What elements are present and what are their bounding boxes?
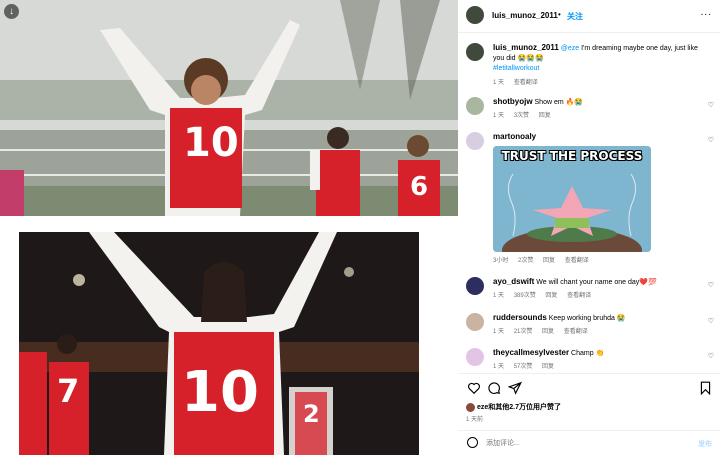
jersey-number-bg: 6 [410,172,429,202]
comment-meta: 1 天 57次赞 回复 [493,362,562,372]
reply-button[interactable]: 回复 [545,293,557,299]
comment-text: ruddersounds Keep working bruhda 😭 [493,313,698,324]
header-username[interactable]: luis_munoz_2011 [492,11,558,20]
share-icon[interactable] [508,381,522,395]
comment-text: theycallmesylvester Champ 👏 [493,348,698,359]
comment-meta: 1 天 389次赞 回复 查看翻译 [493,291,599,301]
caption-username[interactable]: luis_munoz_2011 [493,43,559,52]
like-heart-icon[interactable]: ♡ [708,352,714,362]
bookmark-icon[interactable] [699,381,712,395]
comment-body: Champ 👏 [571,350,605,357]
avatar [466,402,475,412]
like-heart-icon[interactable]: ♡ [708,136,714,146]
comment-time: 1 天 [493,364,505,370]
likes-text: eze和其他2.7万位用户赞了 [477,404,562,411]
like-heart-icon[interactable]: ♡ [708,281,714,291]
comment-input[interactable] [486,436,676,450]
comment-username[interactable]: ruddersounds [493,313,547,322]
avatar[interactable] [466,6,484,24]
comment-meta: 3小时 2次赞 回复 查看翻译 [493,256,597,266]
like-heart-icon[interactable]: ♡ [708,317,714,327]
download-icon[interactable]: ↓ [4,4,19,19]
comment-body: We will chant your name one day❤️💯 [536,279,657,286]
comment-time: 1 天 [493,329,505,335]
like-heart-icon[interactable]: ♡ [708,101,714,111]
jersey-number-left: 7 [57,372,80,410]
post-comment-button[interactable]: 发布 [698,439,712,449]
emoji-icon[interactable] [467,437,478,448]
avatar[interactable] [466,132,484,150]
reply-button[interactable]: 回复 [542,329,554,335]
caption-time: 1 天 [493,80,505,86]
hashtag-link[interactable]: #letitallworkout [493,65,539,72]
meme-caption: TRUST THE PROCESS [501,149,643,163]
comment-username[interactable]: theycallmesylvester [493,348,569,357]
post-date[interactable]: 1 天前 [466,414,483,423]
comment-username[interactable]: shotbyojw [493,97,533,106]
jersey-number-main: 10 [183,120,239,166]
comment-likes[interactable]: 389次赞 [514,293,536,299]
training-photo-illustration [0,0,458,216]
post-action-bar [458,373,720,400]
post-photo-stadium: 10 7 2 [19,232,419,455]
post-photo-training: ↓ 10 6 [0,0,458,216]
jersey-number-right: 2 [303,400,320,428]
comment-body: Show em 🔥😭 [534,99,584,106]
reply-button[interactable]: 回复 [543,258,555,264]
follow-button[interactable]: 关注 [567,11,583,22]
comment-likes[interactable]: 2次赞 [518,258,533,264]
comment-time: 1 天 [493,113,505,119]
post-header: luis_munoz_2011 • 关注 ... [458,0,720,33]
comment-body: Keep working bruhda 😭 [548,315,626,322]
likes-count[interactable]: eze和其他2.7万位用户赞了 [466,402,561,412]
comment-time: 1 天 [493,293,505,299]
translate-link[interactable]: 查看翻译 [514,80,538,86]
avatar[interactable] [466,43,484,61]
comment-likes[interactable]: 21次赞 [514,329,533,335]
mention-link[interactable]: @eze [561,45,579,52]
add-comment-bar: 发布 [458,430,720,456]
comment-username[interactable]: ayo_dswift [493,277,534,286]
jersey-number-main-2: 10 [181,360,259,425]
reply-button[interactable]: 回复 [539,113,551,119]
post-media: ↓ 10 6 10 7 2 [0,0,458,455]
comment-text: shotbyojw Show em 🔥😭 [493,97,698,108]
comment-meta: 1 天 3次赞 回复 [493,111,559,121]
translate-link[interactable]: 查看翻译 [564,329,588,335]
comment-time: 3小时 [493,258,509,264]
avatar[interactable] [466,313,484,331]
comments-panel: luis_munoz_2011 • 关注 ... luis_munoz_2011… [458,0,720,455]
header-separator: • [558,10,561,19]
comment-text: ayo_dswift We will chant your name one d… [493,277,698,288]
comment-likes[interactable]: 3次赞 [514,113,529,119]
comment-icon[interactable] [487,381,501,395]
reply-button[interactable]: 回复 [542,364,554,370]
translate-link[interactable]: 查看翻译 [565,258,589,264]
comment-likes[interactable]: 57次赞 [514,364,533,370]
more-options-icon[interactable]: ... [701,7,712,18]
avatar[interactable] [466,97,484,115]
avatar[interactable] [466,348,484,366]
comment-text: martonoaly [493,132,698,143]
comment-meta: 1 天 21次赞 回复 查看翻译 [493,327,596,337]
comment-username[interactable]: martonoaly [493,132,536,141]
like-icon[interactable] [467,381,481,395]
avatar[interactable] [466,277,484,295]
caption-meta: 1 天 查看翻译 [493,78,546,88]
caption-text: luis_munoz_2011 @eze I'm dreaming maybe … [493,43,698,74]
translate-link[interactable]: 查看翻译 [567,293,591,299]
meme-image: TRUST THE PROCESS [493,146,651,252]
